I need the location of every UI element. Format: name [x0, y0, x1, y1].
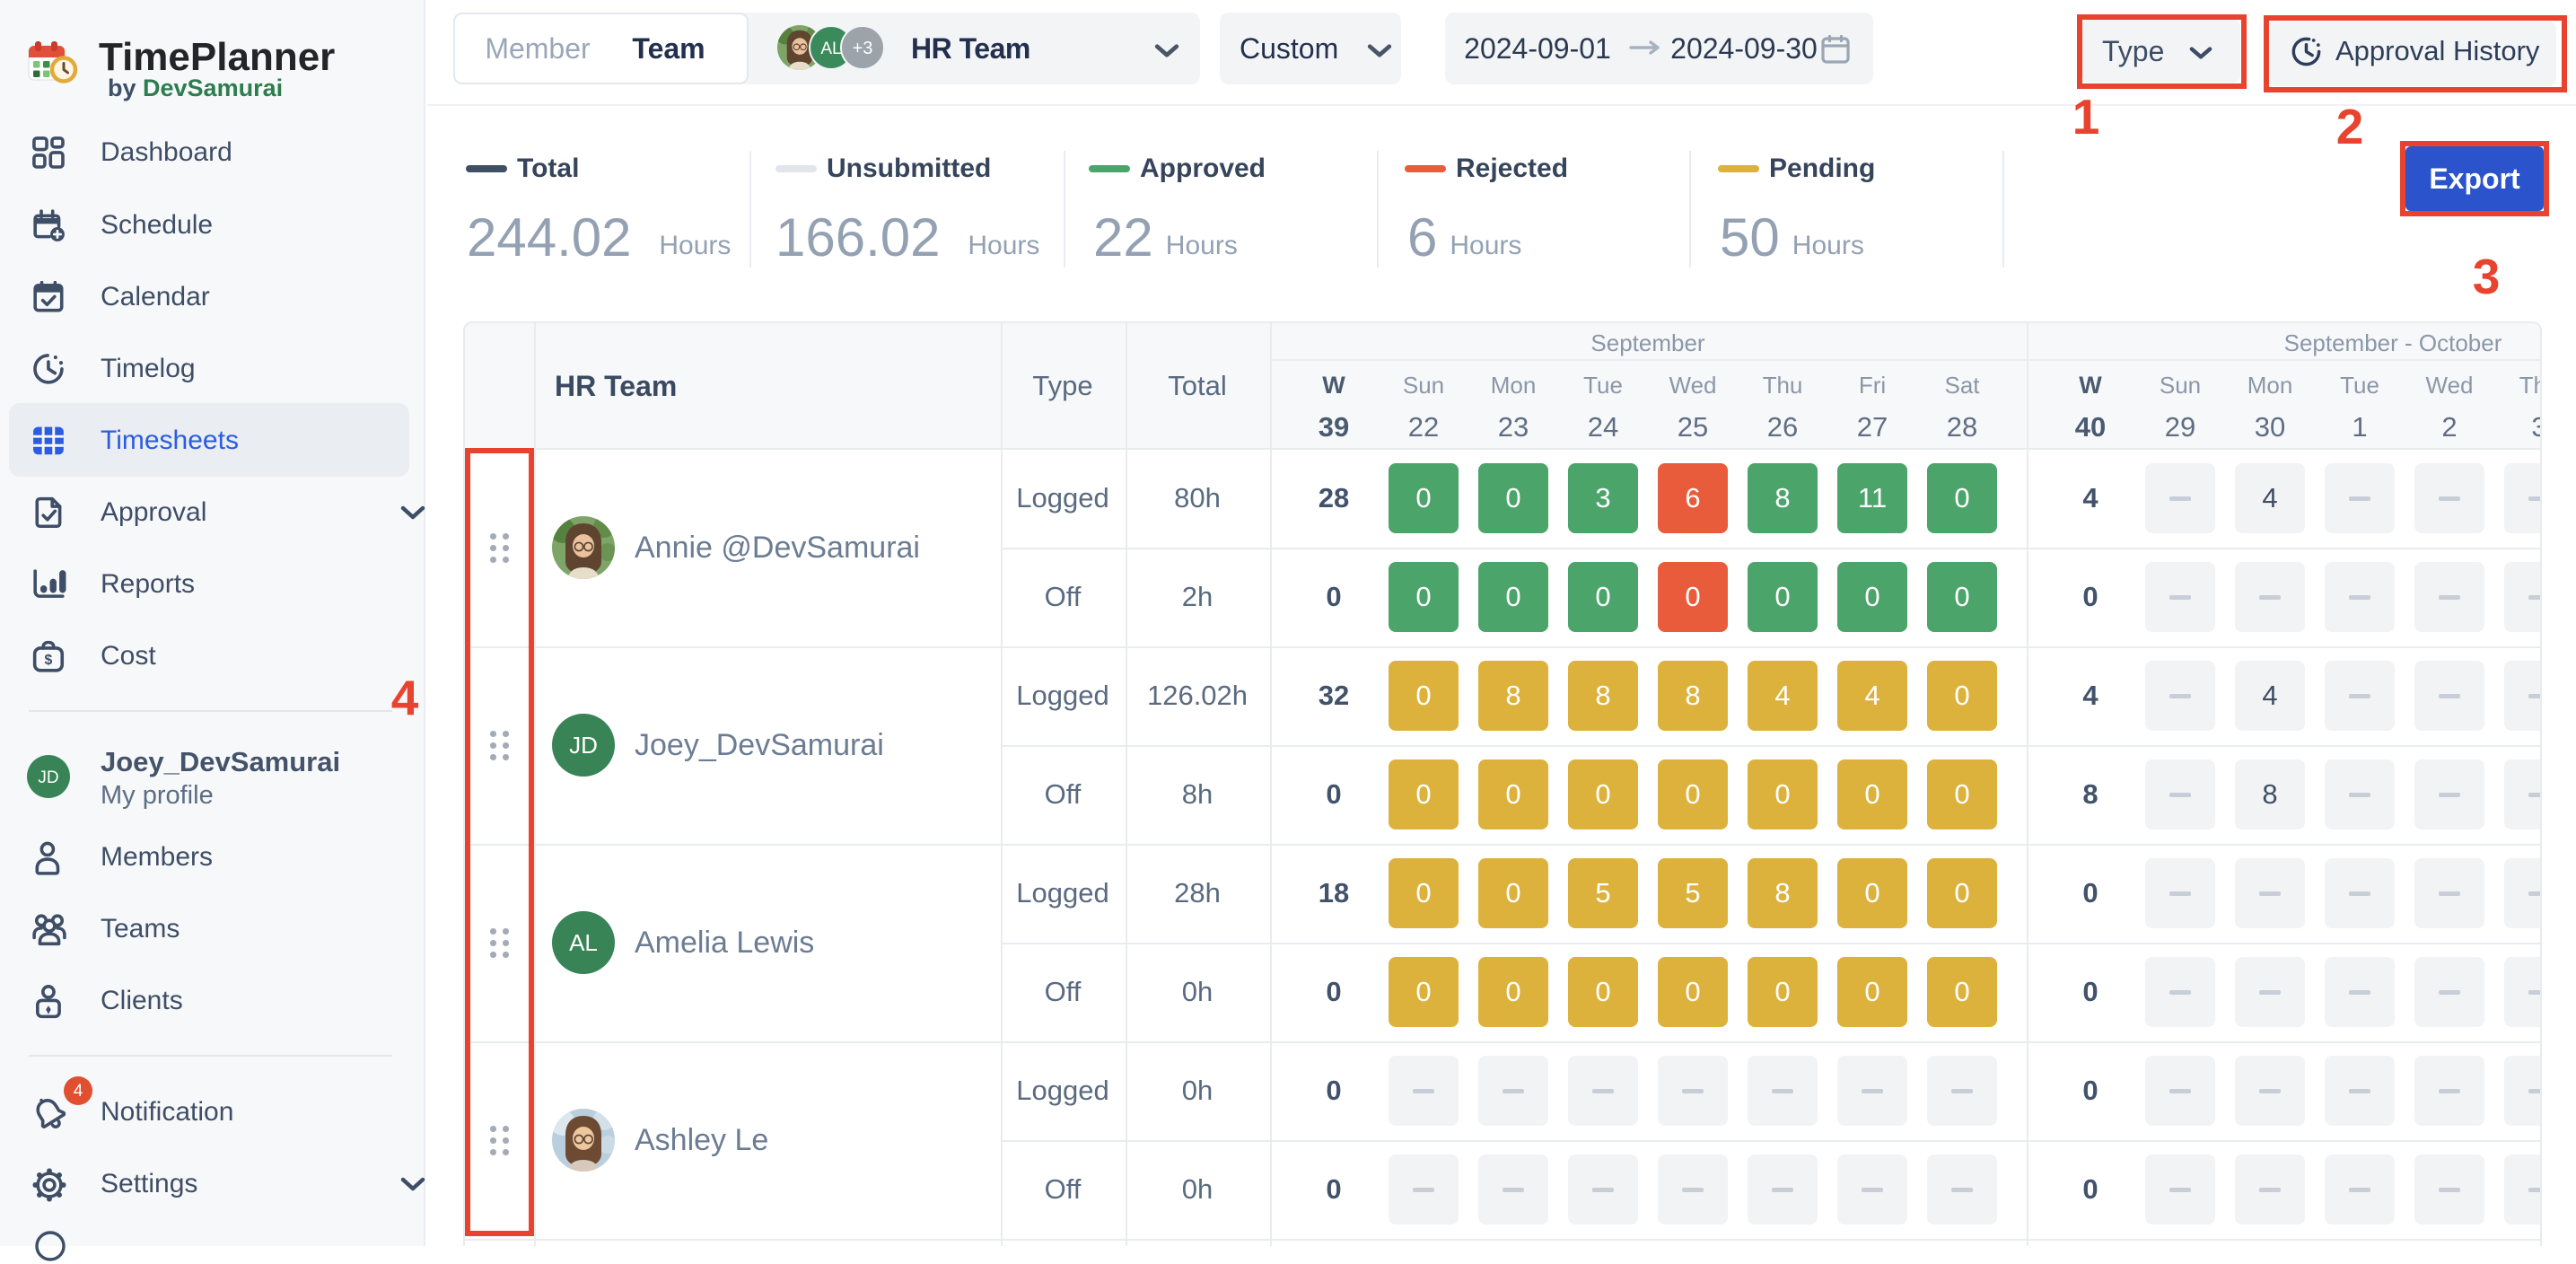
svg-text:AL: AL: [820, 40, 841, 58]
svg-text:JD: JD: [38, 768, 58, 787]
svg-text:+3: +3: [853, 39, 873, 58]
svg-text:$: $: [45, 653, 53, 668]
svg-text:4: 4: [74, 1082, 83, 1101]
